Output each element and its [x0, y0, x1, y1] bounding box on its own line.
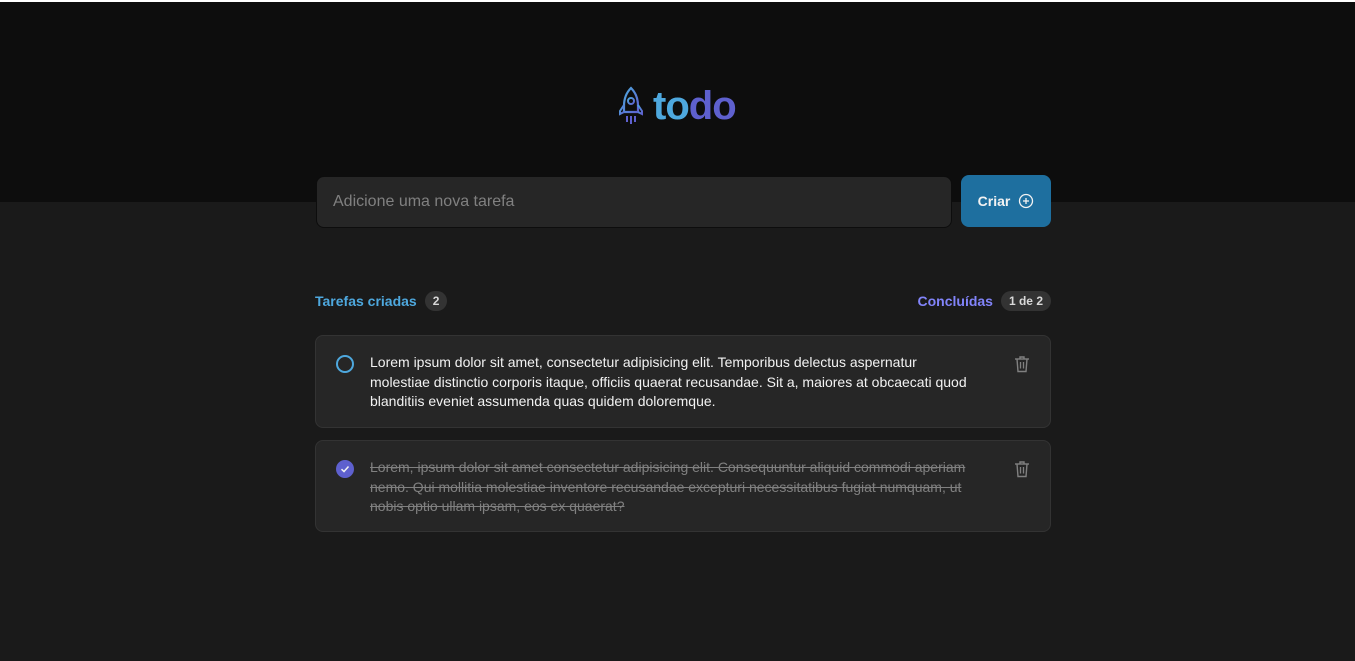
trash-icon [1015, 356, 1029, 373]
check-icon [340, 465, 350, 473]
completed-tasks-count: 1 de 2 [1000, 291, 1051, 311]
completed-tasks-counter: Concluídas 1 de 2 [917, 291, 1051, 311]
create-button[interactable]: Criar [961, 175, 1051, 227]
task-item: Lorem, ipsum dolor sit amet consectetur … [315, 440, 1051, 532]
task-text: Lorem, ipsum dolor sit amet consectetur … [370, 459, 966, 515]
task-text: Lorem ipsum dolor sit amet, consectetur … [370, 354, 967, 410]
rocket-icon [619, 86, 643, 124]
created-tasks-label: Tarefas criadas [315, 293, 417, 309]
task-checkbox-checked[interactable] [336, 460, 354, 478]
create-button-label: Criar [977, 193, 1011, 209]
task-item: Lorem ipsum dolor sit amet, consectetur … [315, 335, 1051, 428]
logo: todo [617, 84, 737, 128]
created-tasks-count: 2 [424, 291, 448, 311]
plus-circle-icon [1019, 193, 1034, 209]
completed-tasks-label: Concluídas [917, 293, 993, 309]
logo-text-to: to [653, 84, 690, 128]
trash-icon [1015, 461, 1029, 478]
new-task-input[interactable] [316, 176, 952, 228]
logo-text-do: do [688, 84, 737, 128]
header: todo [0, 2, 1355, 202]
logo-text: todo [653, 84, 737, 128]
task-checkbox-unchecked[interactable] [336, 355, 354, 373]
delete-task-button[interactable] [1014, 355, 1030, 373]
delete-task-button[interactable] [1014, 460, 1030, 478]
created-tasks-counter: Tarefas criadas 2 [315, 291, 448, 311]
